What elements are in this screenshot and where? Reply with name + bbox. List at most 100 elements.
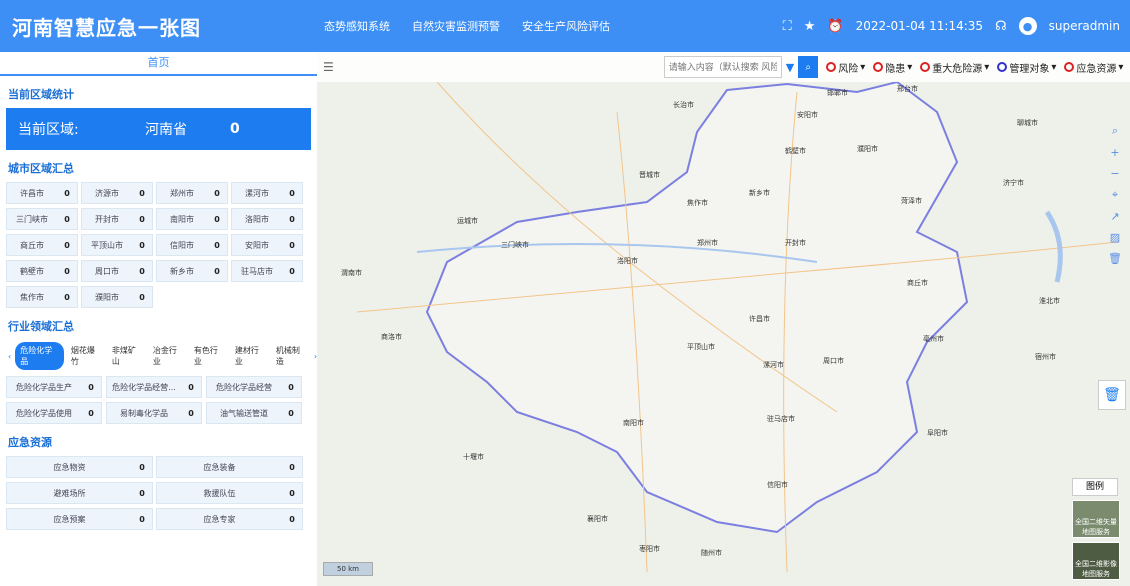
map-city-label[interactable]: 开封市 [785,238,806,248]
measure-line-icon[interactable]: ↗ [1110,210,1119,223]
clear-icon[interactable]: 🗑 [1108,252,1122,265]
nav-disaster-warning[interactable]: 自然灾害监测预警 [412,18,500,34]
city-cell[interactable]: 平顶山市 0 [81,234,153,256]
zoom-search-icon[interactable]: ⌕ [1112,124,1118,138]
nav-risk-assessment[interactable]: 安全生产风险评估 [522,18,610,34]
industry-tab[interactable]: 机械制造 [273,342,310,370]
city-cell[interactable]: 郑州市 0 [156,182,228,204]
city-cell[interactable]: 鹤壁市 0 [6,260,78,282]
map-city-label[interactable]: 平顶山市 [687,342,715,352]
map-city-label[interactable]: 邢台市 [897,84,918,94]
map-city-label[interactable]: 菏泽市 [901,196,922,206]
layer-risk[interactable]: 风险 ▾ [826,60,865,75]
map-city-label[interactable]: 长治市 [673,100,694,110]
industry-cell[interactable]: 危险化学品经营 0 [206,376,302,398]
map-city-label[interactable]: 郑州市 [697,238,718,248]
industry-tab[interactable]: 冶金行业 [150,342,187,370]
map-city-label[interactable]: 鹤壁市 [785,146,806,156]
industry-cell[interactable]: 危险化学品生产 0 [6,376,102,398]
map-city-label[interactable]: 商丘市 [907,278,928,288]
city-cell[interactable]: 新乡市 0 [156,260,228,282]
industry-cell[interactable]: 油气输送管道 0 [206,402,302,424]
resource-cell[interactable]: 应急装备 0 [156,456,303,478]
menu-icon[interactable]: ☰ [323,60,334,74]
city-cell[interactable]: 漯河市 0 [231,182,303,204]
industry-cell[interactable]: 易制毒化学品 0 [106,402,202,424]
city-cell[interactable]: 开封市 0 [81,208,153,230]
map-view[interactable]: ☰ ▼ ⌕ 风险 ▾ 隐患 ▾ 重大危险源 ▾ 管理对象 ▾ 应急资源 ▾ ⌕ … [317,52,1130,586]
fullscreen-icon[interactable]: ⛶ [783,19,792,34]
city-cell[interactable]: 南阳市 0 [156,208,228,230]
basemap-imagery[interactable]: 全国二维影像地图服务 [1072,542,1120,580]
map-city-label[interactable]: 宿州市 [1035,352,1056,362]
map-city-label[interactable]: 枣阳市 [639,544,660,554]
industry-tab[interactable]: 危险化学品 [15,342,64,370]
city-cell[interactable]: 三门峡市 0 [6,208,78,230]
map-city-label[interactable]: 阜阳市 [927,428,948,438]
resource-cell[interactable]: 救援队伍 0 [156,482,303,504]
map-city-label[interactable]: 洛阳市 [617,256,638,266]
industry-cell[interactable]: 危险化学品经营... 0 [106,376,202,398]
map-city-label[interactable]: 聊城市 [1017,118,1038,128]
map-city-label[interactable]: 晋城市 [639,170,660,180]
map-city-label[interactable]: 安阳市 [797,110,818,120]
city-cell[interactable]: 商丘市 0 [6,234,78,256]
city-cell[interactable]: 信阳市 0 [156,234,228,256]
layer-hazard[interactable]: 隐患 ▾ [873,60,912,75]
map-city-label[interactable]: 运城市 [457,216,478,226]
search-button[interactable]: ⌕ [798,56,819,78]
layer-major-hazard[interactable]: 重大危险源 ▾ [920,60,989,75]
map-city-label[interactable]: 新乡市 [749,188,770,198]
map-city-label[interactable]: 商洛市 [381,332,402,342]
city-cell[interactable]: 焦作市 0 [6,286,78,308]
map-city-label[interactable]: 十堰市 [463,452,484,462]
industry-cell[interactable]: 危险化学品使用 0 [6,402,102,424]
nav-situation-awareness[interactable]: 态势感知系统 [324,18,390,34]
legend-button[interactable]: 图例 [1072,478,1118,496]
industry-tab[interactable]: 有色行业 [191,342,228,370]
city-cell[interactable]: 洛阳市 0 [231,208,303,230]
filter-icon[interactable]: ▼ [786,61,794,74]
layer-managed-objects[interactable]: 管理对象 ▾ [997,60,1056,75]
map-city-label[interactable]: 南阳市 [623,418,644,428]
basemap-vector[interactable]: 全国二维矢量地图服务 [1072,500,1120,538]
trash-button[interactable]: 🗑 [1098,380,1126,410]
map-city-label[interactable]: 驻马店市 [767,414,795,424]
zoom-out-icon[interactable]: − [1110,167,1119,180]
alarm-clock-icon[interactable]: ⏰ [827,19,843,34]
layer-emergency-resources[interactable]: 应急资源 ▾ [1064,60,1123,75]
industry-tab[interactable]: 建材行业 [232,342,269,370]
resource-cell[interactable]: 应急物资 0 [6,456,153,478]
map-city-label[interactable]: 渭南市 [341,268,362,278]
headset-icon[interactable]: ☊ [995,19,1007,34]
city-cell[interactable]: 许昌市 0 [6,182,78,204]
city-cell[interactable]: 濮阳市 0 [81,286,153,308]
star-icon[interactable]: ★ [804,19,816,34]
map-city-label[interactable]: 淮北市 [1039,296,1060,306]
city-cell[interactable]: 驻马店市 0 [231,260,303,282]
chevron-left-icon[interactable]: ‹ [8,352,11,361]
map-city-label[interactable]: 邯郸市 [827,88,848,98]
resource-cell[interactable]: 避难场所 0 [6,482,153,504]
avatar[interactable]: ● [1018,17,1037,35]
map-city-label[interactable]: 濮阳市 [857,144,878,154]
industry-tab[interactable]: 非煤矿山 [109,342,146,370]
city-cell[interactable]: 安阳市 0 [231,234,303,256]
zoom-in-icon[interactable]: + [1110,146,1119,159]
resource-cell[interactable]: 应急专家 0 [156,508,303,530]
resource-cell[interactable]: 应急预案 0 [6,508,153,530]
city-cell[interactable]: 济源市 0 [81,182,153,204]
map-city-label[interactable]: 襄阳市 [587,514,608,524]
map-city-label[interactable]: 三门峡市 [501,240,529,250]
username[interactable]: superadmin [1049,19,1120,33]
map-city-label[interactable]: 焦作市 [687,198,708,208]
industry-tab[interactable]: 烟花爆竹 [68,342,105,370]
draw-area-icon[interactable]: ▨ [1110,231,1120,244]
location-pin-icon[interactable]: ⌖ [1112,188,1118,202]
map-city-label[interactable]: 随州市 [701,548,722,558]
city-cell[interactable]: 周口市 0 [81,260,153,282]
map-city-label[interactable]: 漯河市 [763,360,784,370]
map-city-label[interactable]: 亳州市 [923,334,944,344]
map-city-label[interactable]: 许昌市 [749,314,770,324]
tab-home[interactable]: 首页 [0,52,317,76]
